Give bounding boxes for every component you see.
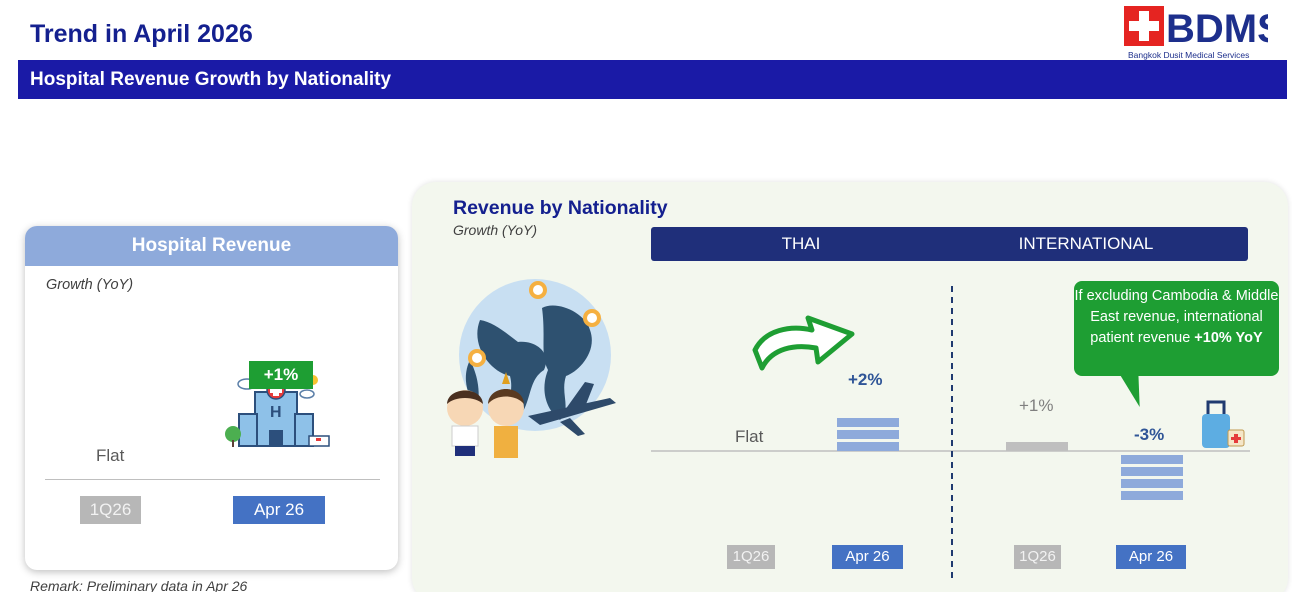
intl-1q26-bar — [1006, 442, 1068, 451]
intl-callout: If excluding Cambodia & Middle East reve… — [1074, 281, 1279, 376]
bars-layer — [837, 418, 1183, 500]
intl-1q26-value-label: +1% — [1019, 396, 1054, 415]
green-arrow-icon — [752, 315, 855, 371]
thai-apr26-bar-segment — [837, 430, 899, 439]
thai-apr26-tag: Apr 26 — [832, 545, 903, 569]
page: Trend in April 2026 BDMS Bangkok Dusit M… — [0, 0, 1292, 592]
thai-apr26-bar-segment — [837, 442, 899, 451]
intl-apr26-bar-segment — [1121, 467, 1183, 476]
intl-apr26-value-label: -3% — [1134, 425, 1165, 444]
intl-apr26-bar-segment — [1121, 491, 1183, 500]
intl-1q26-bar-segment — [1006, 442, 1068, 451]
thai-1q26-tag: 1Q26 — [727, 545, 775, 569]
thai-1q26-value-label: Flat — [735, 427, 764, 446]
thai-apr26-bar-segment — [837, 418, 899, 427]
intl-apr26-bar-segment — [1121, 455, 1183, 464]
intl-apr26-tag: Apr 26 — [1116, 545, 1186, 569]
callout-highlight: +10% YoY — [1194, 330, 1263, 346]
thai-apr26-bar — [837, 418, 899, 451]
intl-1q26-tag: 1Q26 — [1014, 545, 1061, 569]
thai-apr26-value-label: +2% — [848, 370, 883, 389]
luggage-icon — [1202, 400, 1245, 448]
intl-apr26-bar-segment — [1121, 479, 1183, 488]
intl-apr26-bar — [1121, 455, 1183, 500]
